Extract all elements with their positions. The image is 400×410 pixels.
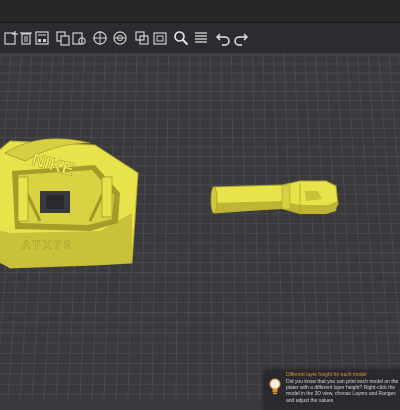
hint-notification[interactable]: Different layer height for each model Di… (264, 370, 400, 410)
copy-icon (55, 30, 71, 46)
layers-icon (193, 30, 209, 46)
redo-icon (233, 30, 249, 46)
delete-icon (18, 30, 34, 46)
split-parts-icon (112, 30, 128, 46)
lightbulb-icon (268, 378, 282, 396)
paste-button[interactable] (70, 28, 88, 48)
paste-icon (71, 30, 87, 46)
3d-viewport[interactable]: NIKE ATX73 (0, 53, 400, 400)
search-icon (173, 30, 189, 46)
hint-title: Different layer height for each model (286, 372, 367, 378)
split-parts-button[interactable] (111, 28, 129, 48)
split-objects-icon (92, 30, 108, 46)
layers-button[interactable] (192, 28, 210, 48)
cut-icon (134, 30, 150, 46)
plater-toolbar (0, 23, 400, 53)
hint-body: Did you know that you can print each mod… (286, 379, 400, 404)
search-button[interactable] (172, 28, 190, 48)
undo-icon (215, 30, 231, 46)
redo-button[interactable] (232, 28, 250, 48)
side-emboss-text: ATX73 (22, 238, 73, 252)
split-objects-button[interactable] (91, 28, 109, 48)
top-bar (0, 0, 400, 23)
variable-layer-height-button[interactable] (151, 28, 169, 48)
arrange-button[interactable] (33, 28, 51, 48)
arrange-icon (34, 30, 50, 46)
cut-button[interactable] (133, 28, 151, 48)
undo-button[interactable] (214, 28, 232, 48)
variable-layer-height-icon (152, 30, 168, 46)
